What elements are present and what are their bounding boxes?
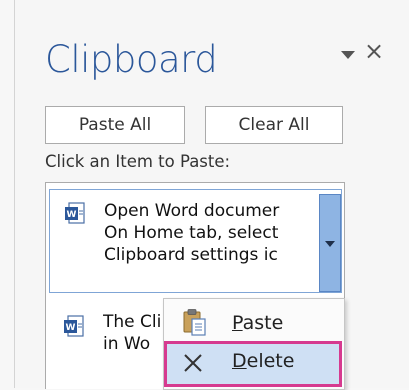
menu-item-delete[interactable]: Delete: [164, 341, 342, 387]
item-dropdown-button[interactable]: [319, 194, 341, 292]
close-icon[interactable]: ×: [363, 38, 385, 64]
word-document-icon: W: [64, 315, 84, 337]
paste-icon: [183, 309, 206, 336]
access-key: P: [232, 312, 243, 334]
chevron-down-icon: [325, 241, 335, 247]
menu-item-label: Delete: [232, 350, 294, 372]
item-context-menu: Paste Delete: [163, 298, 345, 390]
menu-item-paste[interactable]: Paste: [166, 305, 340, 343]
label-rest: aste: [242, 312, 284, 334]
clipboard-item-text: Open Word documer On Home tab, select Cl…: [104, 200, 315, 266]
svg-text:W: W: [67, 210, 77, 220]
item-line: On Home tab, select: [104, 223, 279, 243]
click-item-label: Click an Item to Paste:: [45, 152, 231, 171]
svg-text:W: W: [66, 323, 76, 333]
menu-item-label: Paste: [232, 312, 283, 334]
clear-all-button[interactable]: Clear All: [205, 106, 343, 144]
item-line: Open Word documer: [104, 201, 280, 221]
clipboard-item[interactable]: W Open Word documer On Home tab, select …: [49, 189, 342, 293]
pane-title: Clipboard: [45, 38, 218, 81]
access-key: D: [232, 350, 247, 372]
word-document-icon: W: [65, 202, 85, 224]
paste-all-button[interactable]: Paste All: [45, 106, 185, 144]
item-line: Clipboard settings ic: [104, 245, 278, 265]
pane-options-icon[interactable]: [340, 48, 356, 62]
x-icon: [184, 354, 202, 372]
label-rest: elete: [246, 350, 295, 372]
